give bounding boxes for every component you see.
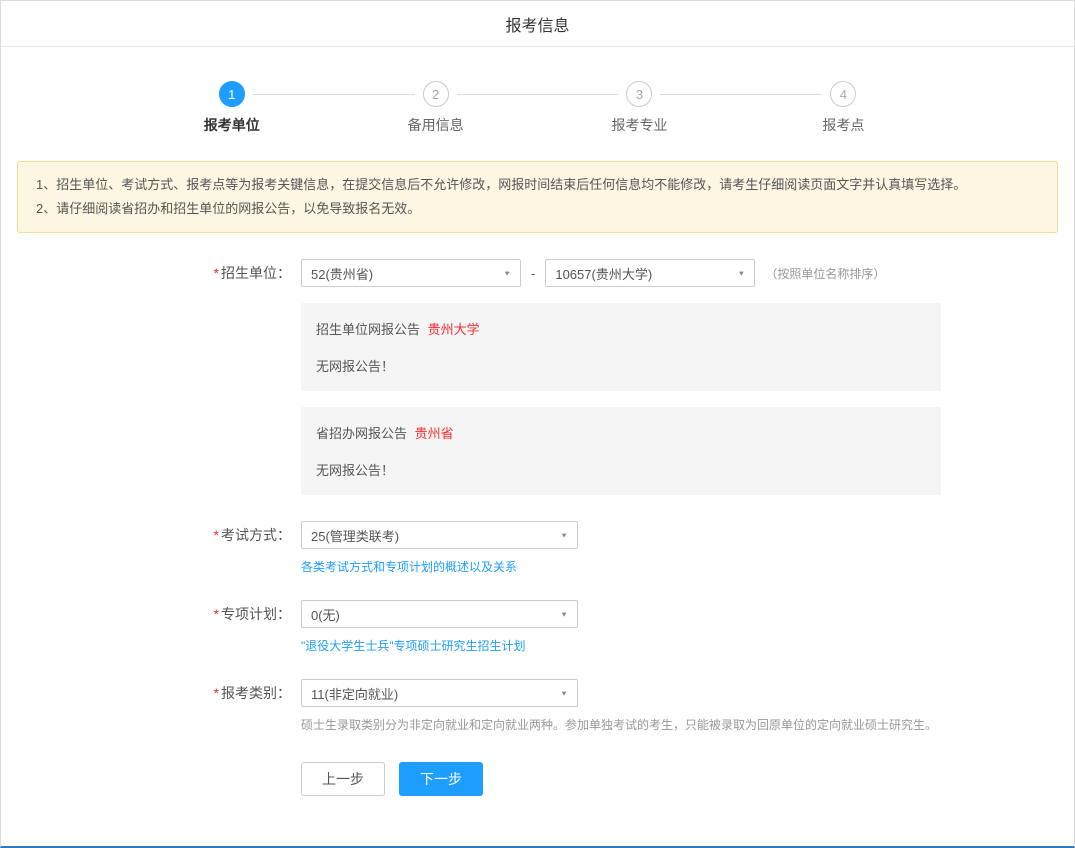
form-row-buttons: 上一步 下一步 <box>1 762 1074 796</box>
form-row-category: *报考类别： 11(非定向就业) ▼ 硕士生录取类别分为非定向就业和定向就业两种… <box>1 679 1074 734</box>
application-page: 报考信息 1 报考单位 2 备用信息 3 报考专业 4 报考点 1、招生单位、考… <box>0 0 1075 848</box>
chevron-down-icon: ▼ <box>560 610 568 618</box>
sort-order-hint: （按照单位名称排序） <box>765 265 885 282</box>
province-announcement-box: 省招办网报公告 贵州省 无网报公告！ <box>301 407 941 495</box>
page-title: 报考信息 <box>505 12 569 36</box>
exam-mode-select-value: 25(管理类联考) <box>311 526 399 545</box>
province-announcement-province: 贵州省 <box>415 426 454 441</box>
stepper: 1 报考单位 2 备用信息 3 报考专业 4 报考点 <box>130 81 945 135</box>
exam-mode-label-text: 考试方式： <box>221 527 291 543</box>
step-1-circle: 1 <box>219 81 245 107</box>
category-select-value: 11(非定向就业) <box>311 684 398 703</box>
unit-label: *招生单位： <box>1 259 301 287</box>
exam-mode-select[interactable]: 25(管理类联考) ▼ <box>301 521 578 549</box>
next-step-button[interactable]: 下一步 <box>399 762 483 796</box>
unit-announcement-title: 招生单位网报公告 <box>316 322 420 337</box>
notice-box: 1、招生单位、考试方式、报考点等为报考关键信息，在提交信息后不允许修改，网报时间… <box>17 161 1058 233</box>
step-exam-site: 4 报考点 <box>741 81 945 135</box>
special-plan-help-link[interactable]: "退役大学生士兵"专项硕士研究生招生计划 <box>301 639 526 653</box>
form-row-province-announcement: 省招办网报公告 贵州省 无网报公告！ <box>1 407 1074 495</box>
school-select-value: 10657(贵州大学) <box>555 264 652 283</box>
step-3-label: 报考专业 <box>538 115 742 135</box>
chevron-down-icon: ▼ <box>560 689 568 697</box>
category-select[interactable]: 11(非定向就业) ▼ <box>301 679 578 707</box>
step-enroll-unit: 1 报考单位 <box>130 81 334 135</box>
application-form: *招生单位： 52(贵州省) ▼ - 10657(贵州大学) ▼ （按照单位名称… <box>1 259 1074 846</box>
unit-announcement-school: 贵州大学 <box>428 322 480 337</box>
step-3-circle: 3 <box>626 81 652 107</box>
step-backup-info: 2 备用信息 <box>334 81 538 135</box>
chevron-down-icon: ▼ <box>503 269 511 277</box>
step-4-circle: 4 <box>830 81 856 107</box>
unit-announcement-box: 招生单位网报公告 贵州大学 无网报公告！ <box>301 303 941 391</box>
step-4-label: 报考点 <box>741 115 945 135</box>
form-row-special-plan: *专项计划： 0(无) ▼ "退役大学生士兵"专项硕士研究生招生计划 <box>1 600 1074 655</box>
page-header: 报考信息 <box>1 1 1074 47</box>
province-select-value: 52(贵州省) <box>311 264 373 283</box>
special-plan-select-value: 0(无) <box>311 605 340 624</box>
chevron-down-icon: ▼ <box>560 531 568 539</box>
notice-line-2: 2、请仔细阅读省招办和招生单位的网报公告，以免导致报名无效。 <box>36 197 1039 221</box>
required-mark: * <box>214 606 219 622</box>
unit-label-text: 招生单位： <box>221 265 291 281</box>
form-row-unit-announcement: 招生单位网报公告 贵州大学 无网报公告！ <box>1 303 1074 391</box>
category-label: *报考类别： <box>1 679 301 707</box>
province-announcement-content: 无网报公告！ <box>316 460 926 479</box>
school-select[interactable]: 10657(贵州大学) ▼ <box>545 259 755 287</box>
step-major: 3 报考专业 <box>538 81 742 135</box>
category-hint: 硕士生录取类别分为非定向就业和定向就业两种。参加单独考试的考生，只能被录取为回原… <box>301 716 1074 734</box>
special-plan-select[interactable]: 0(无) ▼ <box>301 600 578 628</box>
province-select[interactable]: 52(贵州省) ▼ <box>301 259 521 287</box>
exam-mode-label: *考试方式： <box>1 521 301 549</box>
form-row-exam-mode: *考试方式： 25(管理类联考) ▼ 各类考试方式和专项计划的概述以及关系 <box>1 521 1074 576</box>
required-mark: * <box>214 527 219 543</box>
chevron-down-icon: ▼ <box>737 269 745 277</box>
step-2-circle: 2 <box>423 81 449 107</box>
notice-line-1: 1、招生单位、考试方式、报考点等为报考关键信息，在提交信息后不允许修改，网报时间… <box>36 173 1039 197</box>
exam-mode-help-link[interactable]: 各类考试方式和专项计划的概述以及关系 <box>301 560 517 574</box>
select-separator: - <box>531 266 535 281</box>
required-mark: * <box>214 265 219 281</box>
required-mark: * <box>214 685 219 701</box>
prev-step-button[interactable]: 上一步 <box>301 762 385 796</box>
special-plan-label: *专项计划： <box>1 600 301 628</box>
form-row-unit: *招生单位： 52(贵州省) ▼ - 10657(贵州大学) ▼ （按照单位名称… <box>1 259 1074 287</box>
special-plan-label-text: 专项计划： <box>221 606 291 622</box>
province-announcement-title: 省招办网报公告 <box>316 426 407 441</box>
unit-announcement-content: 无网报公告！ <box>316 356 926 375</box>
step-2-label: 备用信息 <box>334 115 538 135</box>
category-label-text: 报考类别： <box>221 685 291 701</box>
step-1-label: 报考单位 <box>130 115 334 135</box>
